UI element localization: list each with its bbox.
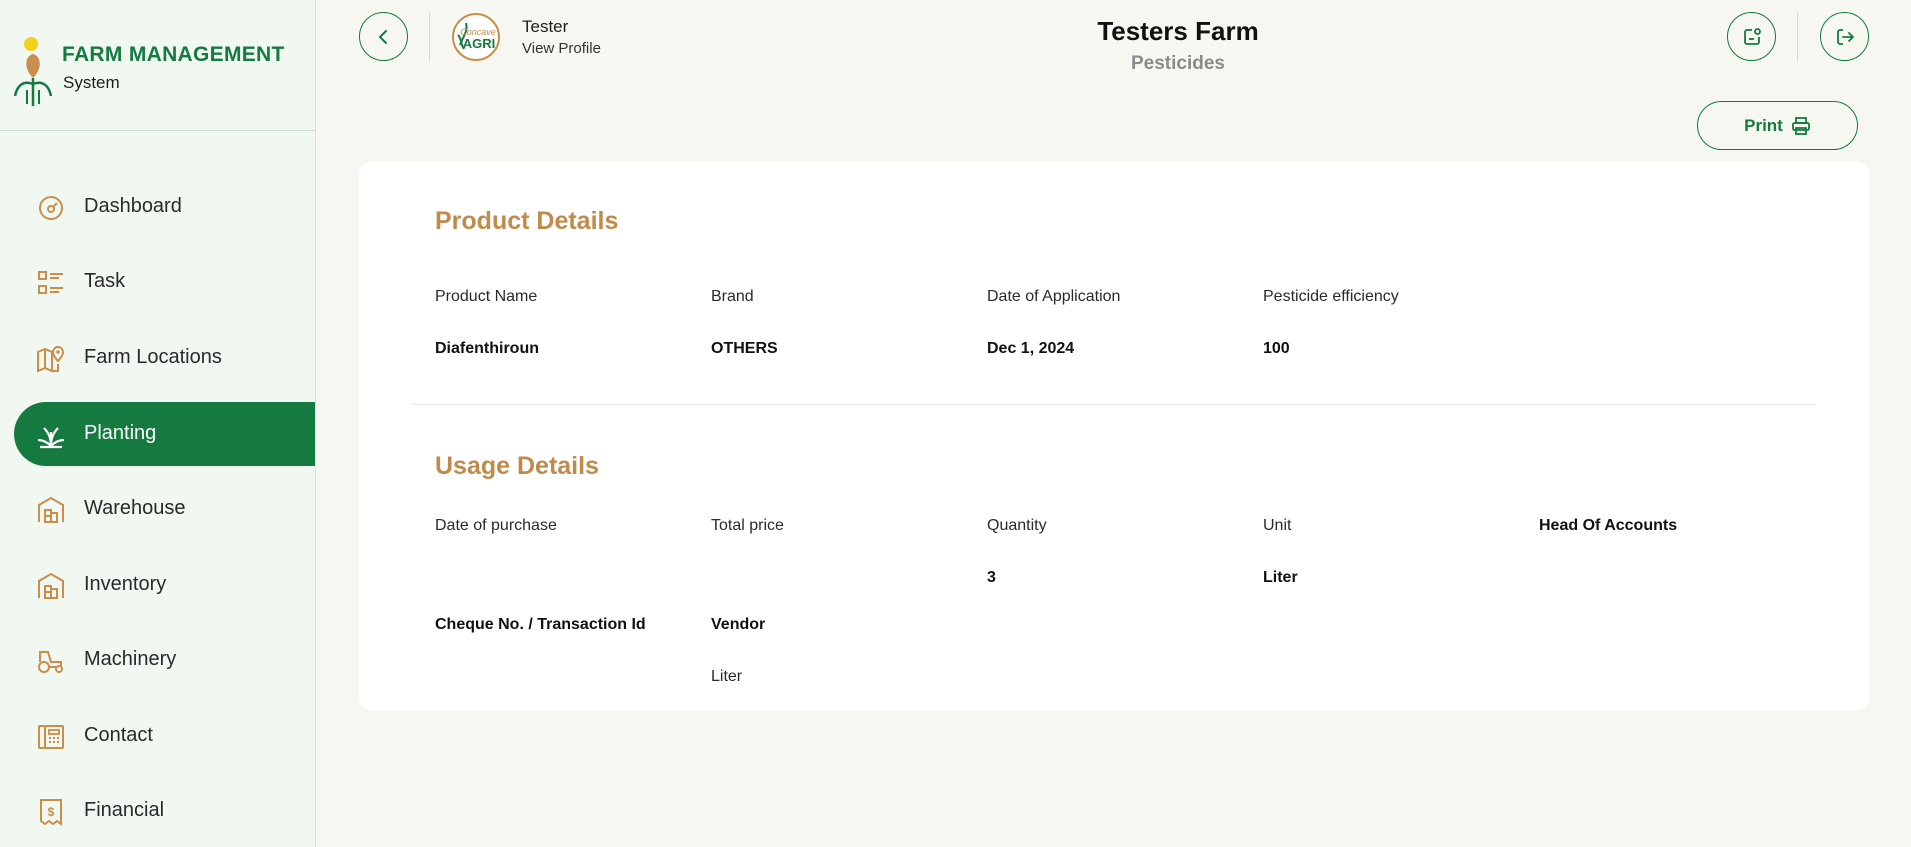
farm-logo-icon bbox=[13, 37, 53, 106]
printer-icon bbox=[1791, 116, 1810, 135]
field-label: Unit bbox=[1263, 517, 1292, 534]
print-button-label: Print bbox=[1744, 115, 1783, 135]
field-label: Quantity bbox=[987, 517, 1047, 534]
map-pin-icon bbox=[37, 345, 65, 373]
avatar[interactable]: Concave AGRI bbox=[452, 13, 500, 61]
field-label: Head Of Accounts bbox=[1539, 517, 1678, 534]
date-of-application-value: Dec 1, 2024 bbox=[987, 340, 1075, 357]
sidebar-item-label: Inventory bbox=[84, 573, 167, 595]
sidebar-item-inventory[interactable]: Inventory bbox=[14, 553, 315, 617]
sidebar-item-label: Financial bbox=[84, 799, 165, 821]
logout-icon bbox=[1836, 28, 1854, 45]
notifications-button[interactable] bbox=[1727, 12, 1776, 61]
sidebar-item-machinery[interactable]: Machinery bbox=[14, 628, 315, 692]
page-title: Testers Farm bbox=[1097, 16, 1259, 46]
svg-text:$: $ bbox=[48, 805, 55, 819]
company-logo-icon: Concave AGRI bbox=[457, 22, 496, 51]
sidebar-item-financial[interactable]: $ Financial bbox=[14, 779, 315, 843]
sidebar-item-label: Warehouse bbox=[84, 497, 186, 519]
back-button[interactable] bbox=[359, 12, 408, 61]
brand-value: OTHERS bbox=[711, 340, 778, 357]
sidebar-item-label: Planting bbox=[84, 422, 157, 444]
vendor-value: Liter bbox=[711, 668, 743, 685]
plant-icon bbox=[37, 427, 65, 449]
product-name-value: Diafenthiroun bbox=[435, 340, 539, 357]
sidebar-item-planting[interactable]: Planting bbox=[14, 402, 315, 466]
notification-square-icon bbox=[1743, 27, 1761, 45]
inventory-icon bbox=[38, 572, 64, 599]
sidebar-item-contact[interactable]: Contact bbox=[14, 704, 315, 768]
pesticide-efficiency-value: 100 bbox=[1263, 340, 1290, 357]
brand-subtitle: System bbox=[63, 73, 120, 92]
field-label: Total price bbox=[711, 517, 784, 534]
product-details-title: Product Details bbox=[435, 207, 619, 235]
brand-title: FARM MANAGEMENT bbox=[62, 43, 285, 66]
brand-header: FARM MANAGEMENT System bbox=[0, 0, 315, 131]
header-divider bbox=[429, 12, 430, 62]
field-label: Brand bbox=[711, 288, 754, 305]
usage-details-title: Usage Details bbox=[435, 452, 599, 480]
unit-value: Liter bbox=[1263, 569, 1298, 586]
view-profile-link[interactable]: View Profile bbox=[522, 40, 601, 57]
quantity-value: 3 bbox=[987, 569, 996, 586]
contact-icon bbox=[38, 725, 64, 749]
logout-button[interactable] bbox=[1820, 12, 1869, 61]
sidebar-item-dashboard[interactable]: Dashboard bbox=[14, 175, 315, 239]
warehouse-icon bbox=[38, 496, 64, 523]
tractor-icon bbox=[38, 651, 63, 673]
financial-receipt-icon: $ bbox=[40, 799, 62, 826]
sidebar-item-label: Dashboard bbox=[84, 195, 182, 217]
user-name: Tester bbox=[522, 17, 569, 36]
sidebar-item-warehouse[interactable]: Warehouse bbox=[14, 477, 315, 541]
page-subtitle: Pesticides bbox=[1131, 53, 1225, 74]
section-divider bbox=[413, 404, 1815, 405]
sidebar: FARM MANAGEMENT System Dashboard Task Fa… bbox=[0, 0, 316, 847]
sidebar-item-farm-locations[interactable]: Farm Locations bbox=[14, 326, 315, 390]
chevron-left-icon bbox=[378, 29, 387, 44]
field-label: Date of purchase bbox=[435, 517, 557, 534]
svg-text:AGRI: AGRI bbox=[463, 36, 496, 51]
field-label: Pesticide efficiency bbox=[1263, 288, 1399, 305]
print-button[interactable]: Print bbox=[1697, 101, 1858, 150]
sidebar-item-label: Farm Locations bbox=[84, 346, 222, 368]
dashboard-gauge-icon bbox=[39, 196, 63, 220]
field-label: Date of Application bbox=[987, 288, 1121, 305]
sidebar-item-label: Task bbox=[84, 270, 126, 292]
sidebar-item-task[interactable]: Task bbox=[14, 250, 315, 314]
sidebar-item-label: Contact bbox=[84, 724, 153, 746]
task-list-icon bbox=[38, 271, 63, 294]
field-label: Product Name bbox=[435, 288, 538, 305]
field-label: Cheque No. / Transaction Id bbox=[435, 616, 646, 633]
field-label: Vendor bbox=[711, 616, 766, 633]
header-divider bbox=[1797, 12, 1798, 62]
sidebar-item-label: Machinery bbox=[84, 648, 177, 670]
